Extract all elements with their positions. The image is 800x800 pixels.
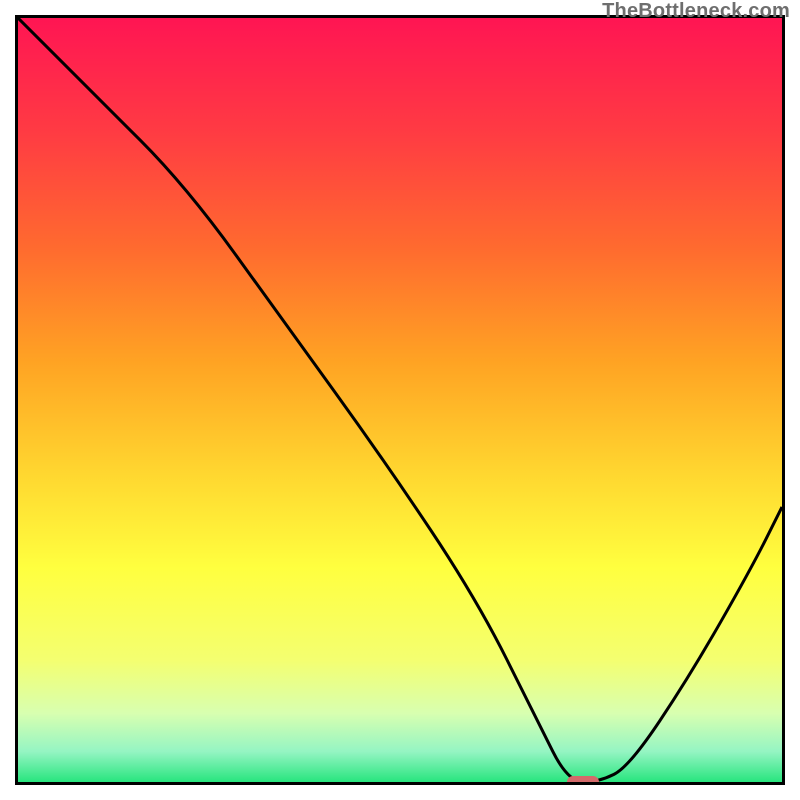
bottleneck-curve — [18, 18, 782, 782]
chart-frame — [15, 15, 785, 785]
watermark-text: TheBottleneck.com — [602, 0, 790, 23]
optimal-marker — [567, 776, 599, 785]
